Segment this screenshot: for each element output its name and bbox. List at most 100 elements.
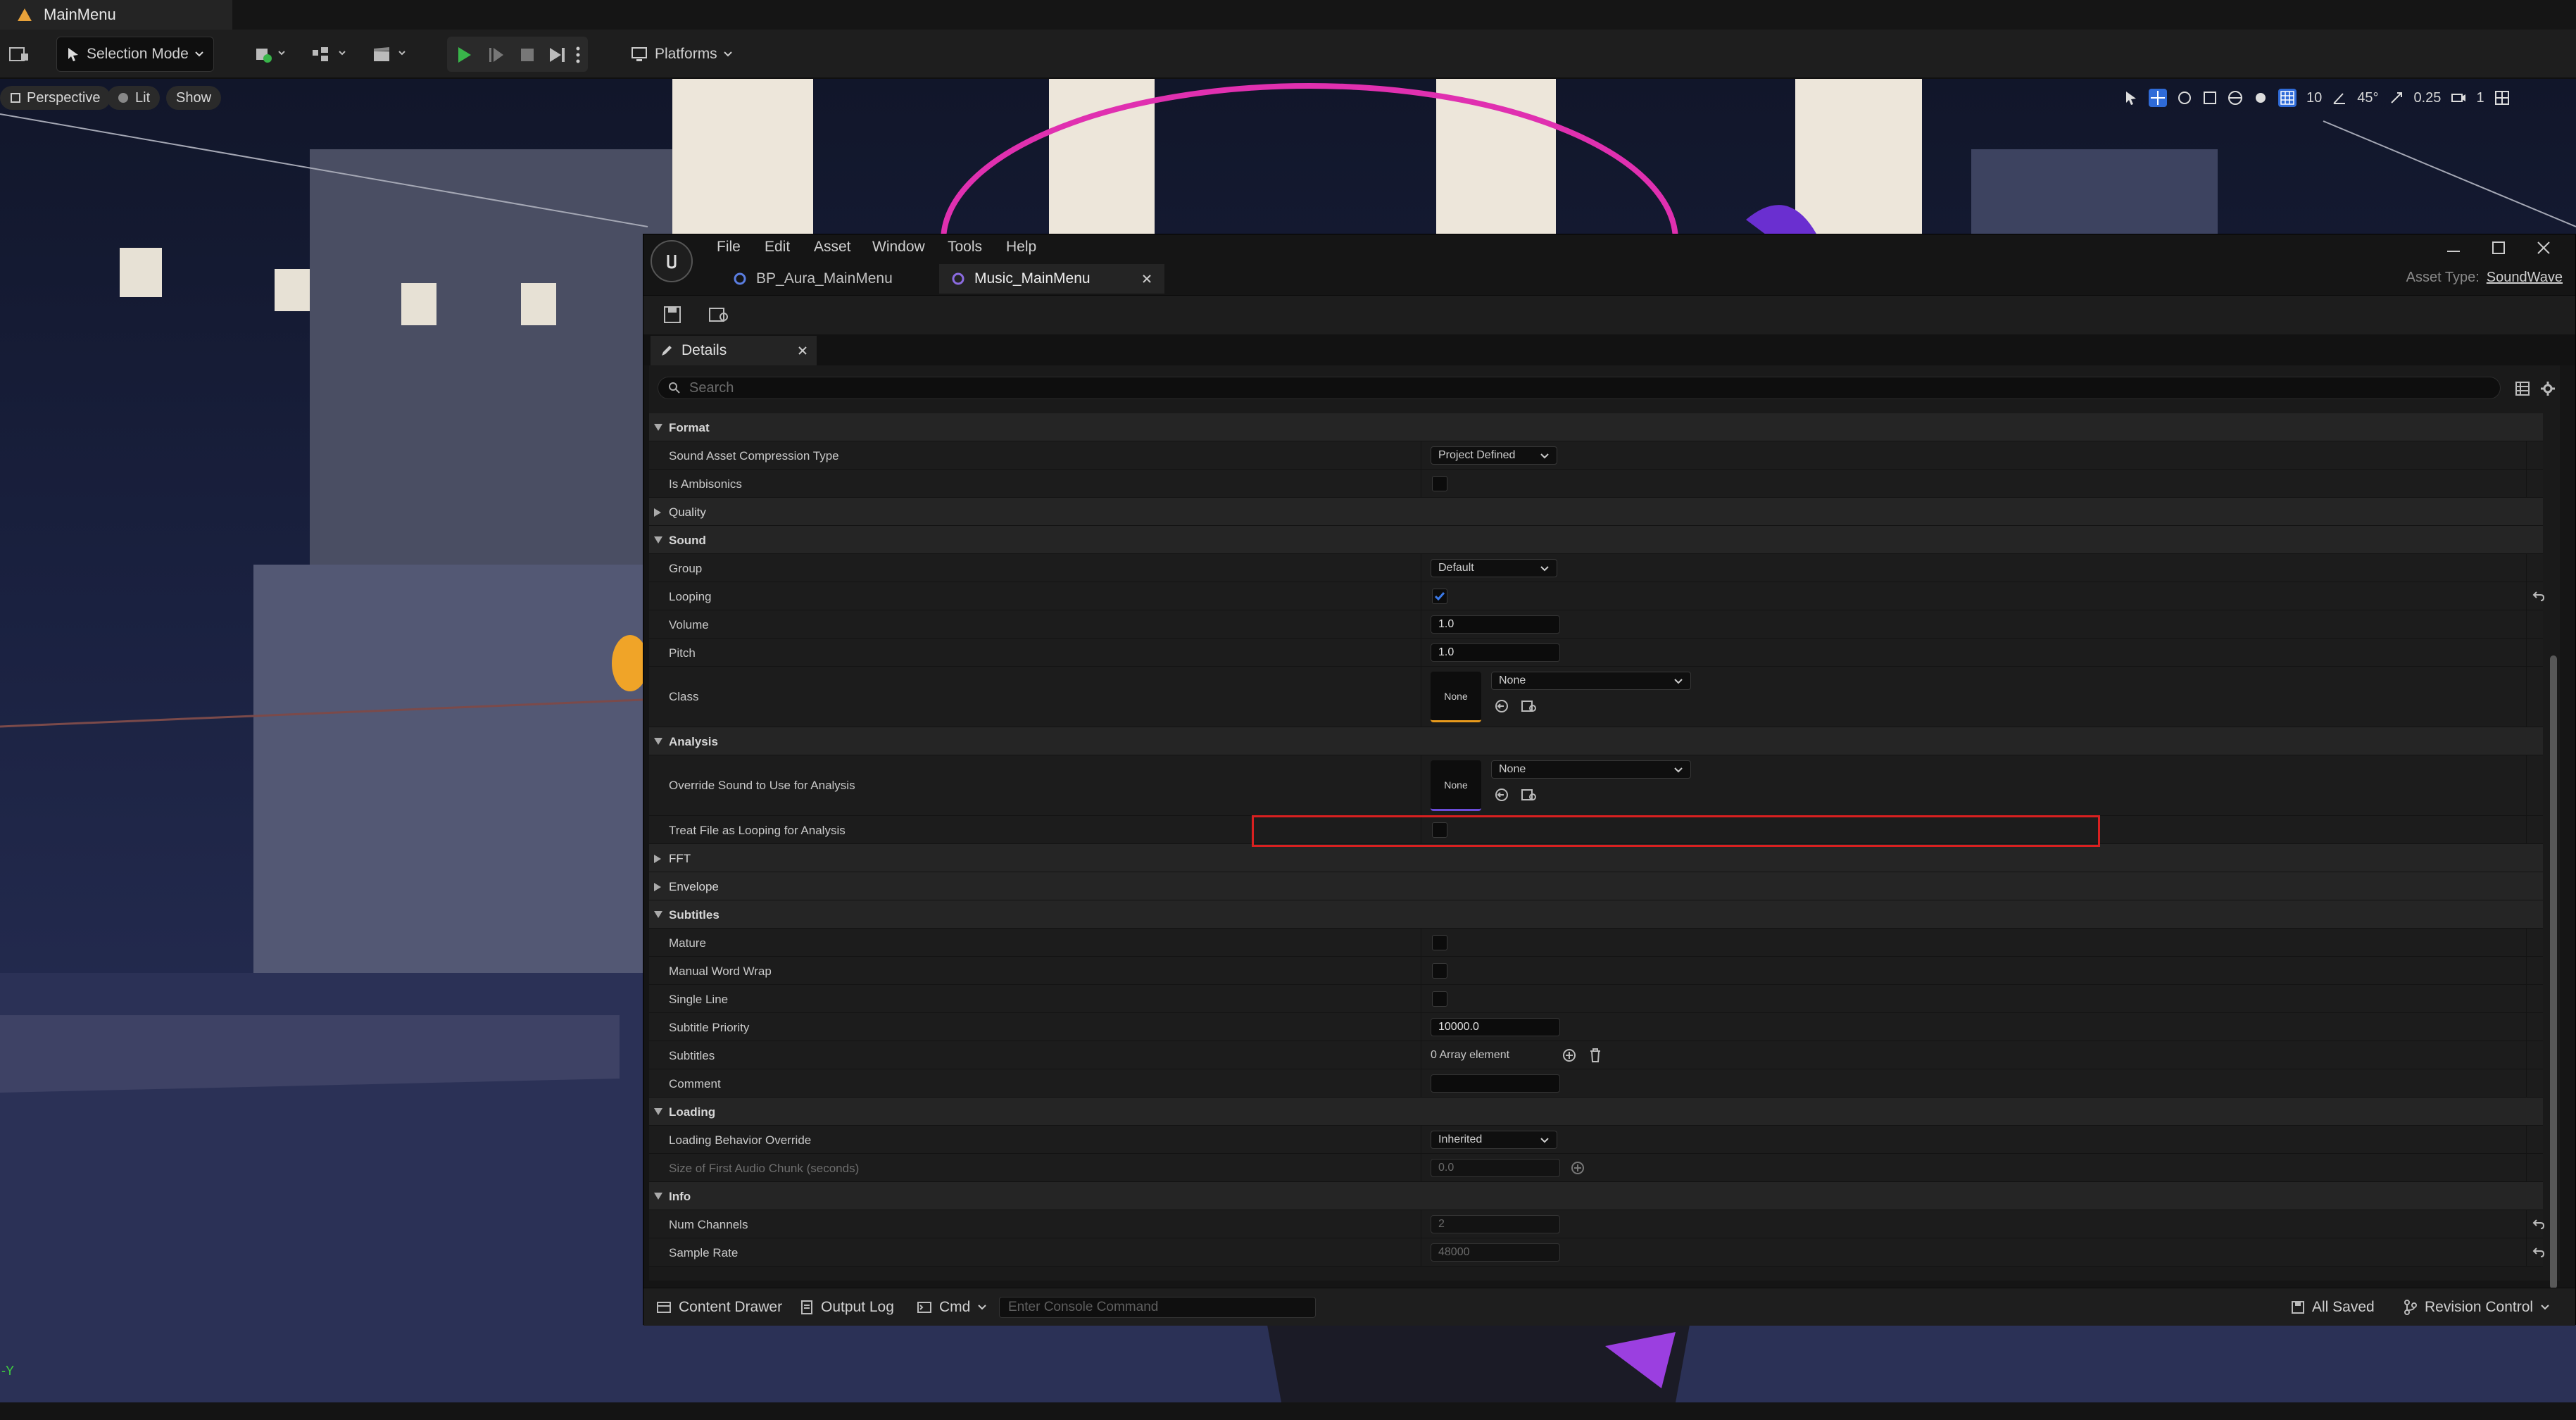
tab-close-icon[interactable] — [1142, 274, 1152, 284]
manual-word-wrap-checkbox[interactable] — [1432, 963, 1447, 979]
browse-asset-icon[interactable] — [1521, 698, 1538, 714]
property-first-audio-chunk: Size of First Audio Chunk (seconds) 0.0 — [649, 1154, 2543, 1182]
rotate-icon[interactable] — [2177, 90, 2192, 106]
more-options-icon[interactable] — [575, 46, 581, 63]
rotation-snap-icon[interactable] — [2332, 90, 2347, 106]
stop-icon[interactable] — [517, 45, 537, 65]
sound-class-picker[interactable]: None — [1491, 672, 1691, 690]
comment-input[interactable] — [1431, 1074, 1560, 1093]
details-search-input[interactable]: Search — [658, 377, 2501, 399]
output-log-button[interactable]: Output Log — [800, 1297, 894, 1318]
use-selected-icon[interactable] — [1494, 698, 1509, 714]
grid-snap-value[interactable]: 10 — [2306, 90, 2322, 106]
loading-behavior-dropdown[interactable]: Inherited — [1431, 1131, 1557, 1149]
maximize-icon[interactable] — [2491, 240, 2506, 256]
tab-details[interactable]: Details — [651, 336, 817, 365]
category-envelope[interactable]: Envelope — [649, 872, 2543, 900]
selection-mode-dropdown[interactable]: Selection Mode — [56, 37, 214, 72]
step-icon[interactable] — [486, 45, 506, 65]
group-dropdown[interactable]: Default — [1431, 559, 1557, 577]
tab-bp-aura-mainmenu[interactable]: BP_Aura_MainMenu — [721, 264, 905, 294]
camera-speed-icon[interactable] — [2451, 90, 2466, 106]
category-sound[interactable]: Sound — [649, 526, 2543, 554]
add-actor-button[interactable] — [246, 37, 294, 72]
analysis-sound-picker[interactable]: None — [1491, 760, 1691, 779]
console-command-input[interactable]: Enter Console Command — [999, 1297, 1316, 1318]
browse-content-icon[interactable] — [708, 306, 729, 324]
scale-snap-icon[interactable] — [2389, 90, 2404, 106]
all-saved-button[interactable]: All Saved — [2291, 1297, 2375, 1318]
save-current-icon[interactable] — [0, 37, 38, 72]
content-drawer-button[interactable]: Content Drawer — [656, 1297, 782, 1318]
cmd-dropdown[interactable]: Cmd — [917, 1297, 987, 1318]
platforms-dropdown[interactable]: Platforms — [622, 37, 741, 72]
sound-class-thumbnail[interactable]: None — [1431, 672, 1481, 722]
minimize-icon[interactable] — [2446, 244, 2461, 254]
eject-icon[interactable] — [547, 45, 567, 65]
single-line-checkbox[interactable] — [1432, 991, 1447, 1007]
category-subtitles[interactable]: Subtitles — [649, 900, 2543, 929]
surface-snap-icon[interactable] — [2253, 90, 2268, 106]
add-actor-icon — [256, 49, 285, 63]
settings-gear-icon[interactable] — [2540, 381, 2556, 396]
menu-window[interactable]: Window — [872, 239, 925, 256]
translate-icon[interactable] — [2149, 89, 2167, 107]
table-view-icon[interactable] — [2515, 381, 2530, 396]
volume-input[interactable]: 1.0 — [1431, 615, 1560, 634]
menu-file[interactable]: File — [717, 239, 741, 256]
analysis-sound-thumbnail[interactable]: None — [1431, 760, 1481, 811]
close-icon[interactable] — [2536, 240, 2551, 256]
pitch-input[interactable]: 1.0 — [1431, 643, 1560, 662]
grid-snap-icon[interactable] — [2278, 89, 2297, 107]
perspective-button[interactable]: Perspective — [0, 86, 111, 110]
category-info[interactable]: Info — [649, 1182, 2543, 1210]
compression-type-dropdown[interactable]: Project Defined — [1431, 446, 1557, 465]
category-quality[interactable]: Quality — [649, 498, 2543, 526]
category-fft[interactable]: FFT — [649, 844, 2543, 872]
asset-type-label: Asset Type: — [2406, 270, 2480, 285]
details-scrollbar[interactable] — [2550, 655, 2557, 1289]
add-element-icon[interactable] — [1562, 1048, 1577, 1063]
scale-icon[interactable] — [2202, 90, 2218, 106]
category-format[interactable]: Format — [649, 413, 2543, 441]
rotation-snap-value[interactable]: 45° — [2357, 90, 2378, 106]
menu-tools[interactable]: Tools — [948, 239, 982, 256]
property-subtitle-priority: Subtitle Priority 10000.0 — [649, 1013, 2543, 1041]
layout-icon[interactable] — [2494, 90, 2510, 106]
revision-control-button[interactable]: Revision Control — [2404, 1297, 2550, 1318]
subtitle-priority-input[interactable]: 10000.0 — [1431, 1018, 1560, 1036]
cinematics-button[interactable] — [363, 37, 416, 72]
mature-checkbox[interactable] — [1432, 935, 1447, 950]
tab-music-mainmenu[interactable]: Music_MainMenu — [939, 264, 1164, 294]
reset-to-default-icon[interactable] — [2532, 1219, 2545, 1230]
asset-type-value[interactable]: SoundWave — [2487, 270, 2563, 286]
menu-help[interactable]: Help — [1006, 239, 1036, 256]
lit-button[interactable]: Lit — [107, 86, 161, 110]
use-selected-icon[interactable] — [1494, 787, 1509, 803]
menu-asset[interactable]: Asset — [814, 239, 851, 256]
tab-close-icon[interactable] — [798, 346, 807, 355]
ambisonics-checkbox[interactable] — [1432, 476, 1447, 491]
level-tab[interactable]: MainMenu — [0, 0, 232, 30]
reset-to-default-icon[interactable] — [2532, 1247, 2545, 1258]
category-loading[interactable]: Loading — [649, 1098, 2543, 1126]
asset-toolbar — [643, 295, 2575, 334]
blueprint-button[interactable] — [303, 37, 356, 72]
reset-to-default-icon[interactable] — [2532, 591, 2545, 602]
category-analysis[interactable]: Analysis — [649, 727, 2543, 755]
collapsed-arrow-icon — [654, 508, 661, 517]
trash-icon[interactable] — [1588, 1048, 1602, 1063]
menu-edit[interactable]: Edit — [765, 239, 790, 256]
selection-mode-label: Selection Mode — [87, 46, 189, 62]
scale-snap-value[interactable]: 0.25 — [2414, 90, 2442, 106]
looping-checkbox[interactable] — [1432, 589, 1447, 604]
select-icon[interactable] — [2123, 90, 2139, 106]
save-icon[interactable] — [663, 306, 681, 324]
world-local-icon[interactable] — [2228, 90, 2243, 106]
browse-asset-icon[interactable] — [1521, 787, 1538, 803]
camera-speed-value[interactable]: 1 — [2476, 90, 2484, 106]
array-count: 0 Array element — [1431, 1049, 1510, 1061]
show-button[interactable]: Show — [166, 86, 222, 110]
add-element-icon[interactable] — [1570, 1160, 1585, 1176]
play-icon[interactable] — [454, 45, 474, 65]
